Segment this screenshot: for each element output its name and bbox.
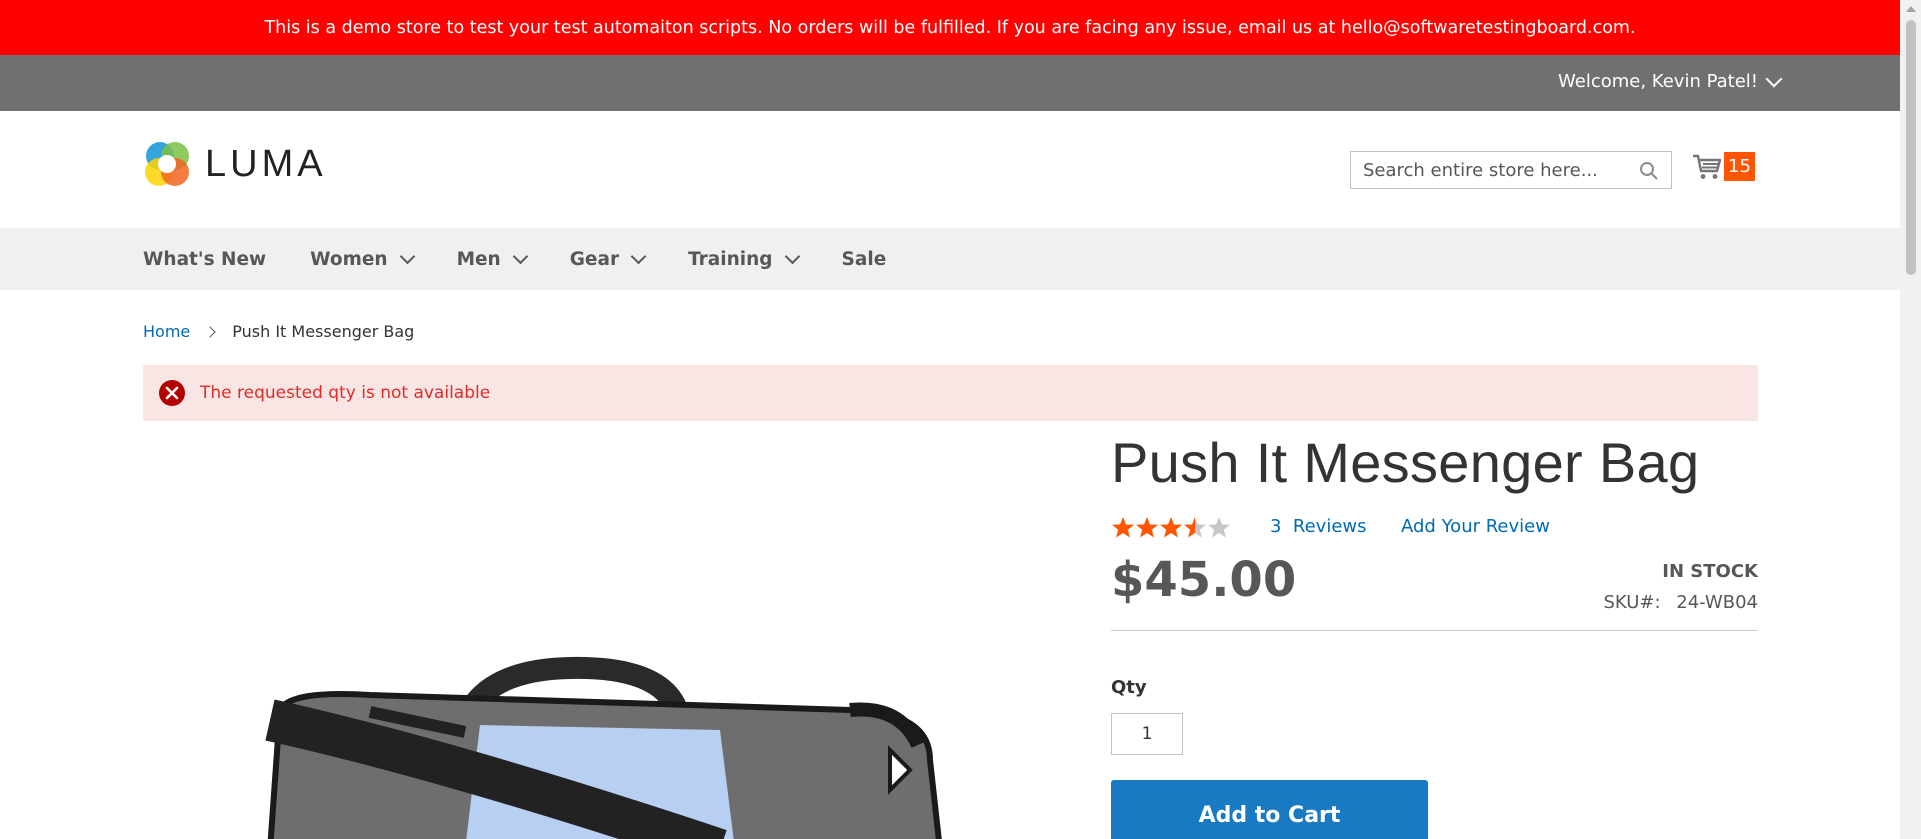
sku-label: SKU#: <box>1603 592 1661 613</box>
product-image[interactable] <box>250 650 970 839</box>
reviews-count: 3 <box>1270 516 1282 537</box>
nav-item-label: Men <box>456 248 501 270</box>
product-rating <box>1111 516 1231 538</box>
stock-status: In stock <box>1662 561 1758 582</box>
nav-item-label: What's New <box>143 248 267 270</box>
chevron-right-icon <box>204 325 216 338</box>
nav-item-label: Women <box>310 248 388 270</box>
product-sku: SKU#: 24-WB04 <box>1603 592 1758 613</box>
nav-item-label: Gear <box>569 248 620 270</box>
star-filled-icon <box>1136 517 1158 538</box>
nav-item-men[interactable]: Men <box>456 248 529 270</box>
nav-item-training[interactable]: Training <box>688 248 800 270</box>
chevron-down-icon <box>1765 70 1783 87</box>
product-price: $45.00 <box>1111 552 1297 608</box>
add-to-cart-button[interactable]: Add to Cart <box>1111 780 1428 839</box>
customer-menu-toggle[interactable]: Welcome, Kevin Patel! <box>1558 70 1783 92</box>
logo-link[interactable]: LUMA <box>143 140 327 188</box>
demo-notice-text: This is a demo store to test your test a… <box>264 17 1636 38</box>
star-empty-icon <box>1208 517 1230 538</box>
add-review-link[interactable]: Add Your Review <box>1401 516 1550 537</box>
main-navigation: What's New Women Men Gear Training Sale <box>0 228 1900 290</box>
reviews-label: Reviews <box>1292 516 1367 537</box>
minicart-button[interactable]: 15 <box>1692 152 1755 181</box>
star-half-icon <box>1184 517 1206 538</box>
demo-notice-banner: This is a demo store to test your test a… <box>0 0 1900 55</box>
breadcrumb-home-link[interactable]: Home <box>143 322 190 341</box>
error-message-text: The requested qty is not available <box>200 383 491 403</box>
welcome-message: Welcome, Kevin Patel! <box>1558 71 1758 92</box>
chevron-down-icon <box>630 248 647 264</box>
error-icon <box>159 380 185 406</box>
nav-item-label: Training <box>688 248 773 270</box>
header-panel: Welcome, Kevin Patel! <box>0 55 1900 111</box>
nav-item-gear[interactable]: Gear <box>569 248 647 270</box>
nav-item-whats-new[interactable]: What's New <box>143 249 266 270</box>
product-title: Push It Messenger Bag <box>1111 431 1700 494</box>
logo-text: LUMA <box>205 142 327 185</box>
cart-count-badge: 15 <box>1724 152 1755 181</box>
reviews-link[interactable]: 3 Reviews <box>1270 516 1367 537</box>
breadcrumb-current: Push It Messenger Bag <box>232 322 415 341</box>
nav-item-label: Sale <box>841 248 887 270</box>
nav-item-women[interactable]: Women <box>310 248 415 270</box>
chevron-down-icon <box>512 248 529 264</box>
star-filled-icon <box>1160 517 1182 538</box>
chevron-down-icon <box>399 248 415 264</box>
scroll-up-arrow-icon[interactable] <box>1906 6 1916 12</box>
chevron-down-icon <box>784 248 800 264</box>
rating-stars <box>1111 516 1231 538</box>
luma-logo-icon <box>145 142 189 186</box>
shopping-cart-icon <box>1693 154 1722 179</box>
sku-value: 24-WB04 <box>1676 592 1758 613</box>
search-icon[interactable] <box>1639 161 1659 181</box>
star-filled-icon <box>1112 517 1134 538</box>
messenger-bag-image <box>265 656 942 839</box>
search-box <box>1350 151 1672 189</box>
search-input[interactable] <box>1351 158 1635 182</box>
scrollbar-thumb[interactable] <box>1906 20 1916 275</box>
qty-label: Qty <box>1111 677 1147 698</box>
nav-item-sale[interactable]: Sale <box>842 249 887 270</box>
breadcrumb: Home Push It Messenger Bag <box>143 322 414 341</box>
page-header: LUMA 15 <box>0 111 1900 228</box>
error-message: The requested qty is not available <box>143 365 1758 421</box>
page-scrollbar[interactable] <box>1900 0 1921 839</box>
divider <box>1111 630 1758 631</box>
qty-input[interactable] <box>1111 713 1183 755</box>
page: This is a demo store to test your test a… <box>0 0 1900 839</box>
